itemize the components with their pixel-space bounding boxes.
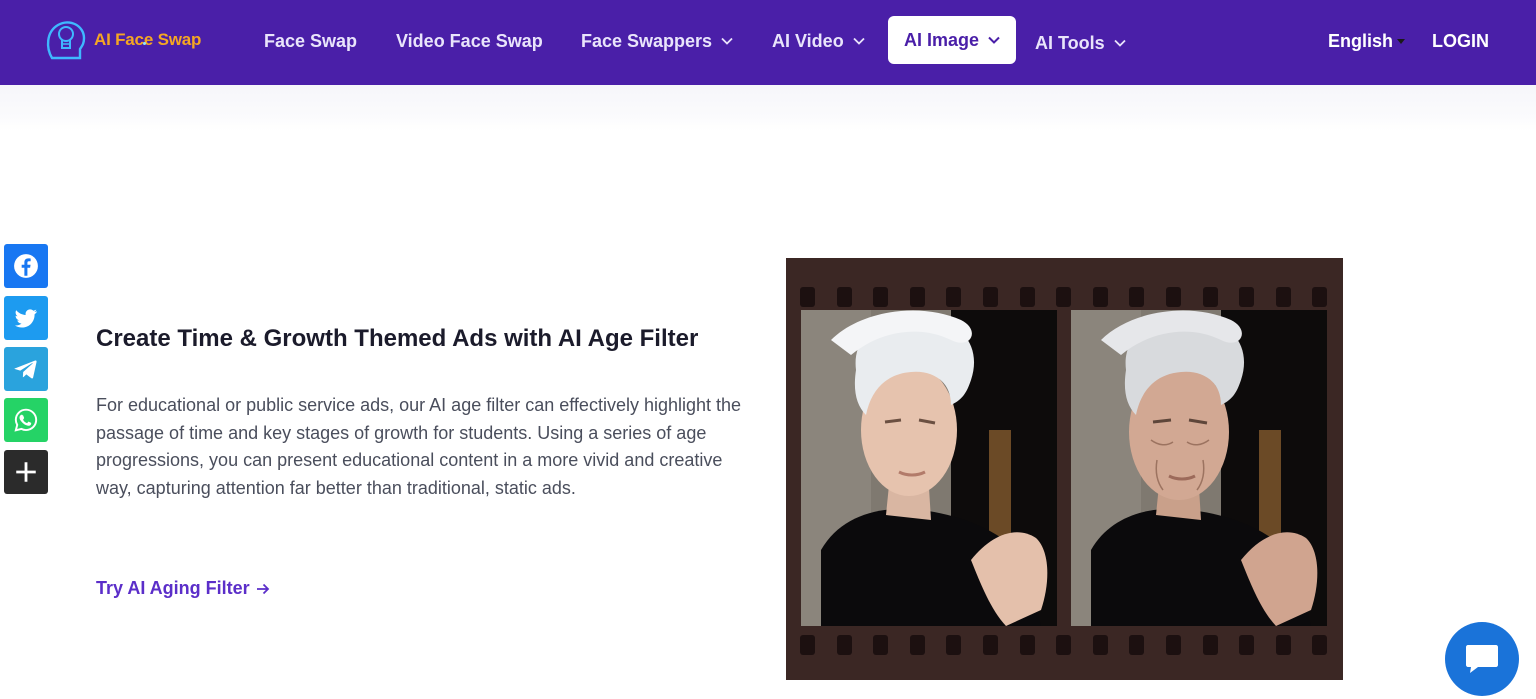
chevron-down-icon [853, 37, 865, 45]
nav-face-swappers[interactable]: Face Swappers [581, 29, 733, 53]
nav-ai-video-label: AI Video [772, 30, 844, 51]
film-perforation [1129, 287, 1145, 307]
film-perforation [836, 635, 852, 655]
chevron-down-icon [988, 36, 1000, 44]
aged-portrait-image [1071, 310, 1327, 626]
nav-face-swap-label: Face Swap [264, 30, 358, 51]
login-link[interactable]: LOGIN [1432, 29, 1489, 53]
caret-down-icon [1397, 38, 1406, 44]
chat-bubble-icon [1466, 645, 1498, 673]
film-perforation [800, 635, 815, 655]
film-perforation [909, 635, 925, 655]
nav-ai-image-label: AI Image [904, 29, 980, 50]
try-ai-aging-filter-link[interactable]: Try AI Aging Filter [96, 578, 270, 599]
share-twitter-button[interactable] [4, 296, 48, 340]
film-perforation [873, 287, 889, 307]
logo-decoration [143, 42, 146, 45]
share-more-button[interactable] [4, 450, 48, 494]
film-perforation [1202, 635, 1218, 655]
film-perforation [946, 287, 962, 307]
nav-video-face-swap[interactable]: Video Face Swap [396, 29, 543, 53]
logo-head-icon [46, 21, 86, 60]
feature-title: Create Time & Growth Themed Ads with AI … [96, 325, 699, 352]
language-label: English [1328, 30, 1394, 51]
telegram-icon [14, 360, 37, 379]
feature-description: For educational or public service ads, o… [96, 395, 742, 498]
plus-icon [16, 462, 36, 482]
nav-ai-image[interactable]: AI Image [888, 16, 1017, 64]
young-portrait-frame [801, 310, 1057, 626]
film-perforation [873, 635, 889, 655]
chevron-down-icon [721, 37, 733, 45]
language-selector[interactable]: English [1328, 29, 1406, 53]
film-perforation [1312, 287, 1328, 307]
site-logo[interactable]: AI Face Swap [42, 18, 201, 62]
nav-video-face-swap-label: Video Face Swap [396, 30, 543, 51]
film-perforation [1239, 287, 1255, 307]
film-perforation [1019, 635, 1035, 655]
top-navbar: AI Face Swap Face Swap Video Face Swap F… [0, 0, 1536, 85]
film-perforation [1019, 287, 1035, 307]
whatsapp-icon [14, 408, 38, 432]
nav-ai-video[interactable]: AI Video [772, 29, 865, 53]
logo-text: AI Face Swap [94, 30, 202, 49]
twitter-icon [14, 309, 37, 328]
cta-label: Try AI Aging Filter [96, 578, 250, 598]
film-perforation [1166, 635, 1181, 655]
film-perforation [1092, 635, 1108, 655]
film-perforation [1166, 287, 1181, 307]
share-telegram-button[interactable] [4, 347, 48, 391]
film-perforation [983, 635, 998, 655]
share-whatsapp-button[interactable] [4, 398, 48, 442]
nav-ai-tools[interactable]: AI Tools [1035, 31, 1126, 55]
film-perforation [800, 287, 815, 307]
film-perforation [1056, 287, 1072, 307]
aged-portrait-frame [1071, 310, 1327, 626]
film-perforation [1056, 635, 1072, 655]
share-facebook-button[interactable] [4, 244, 48, 288]
nav-face-swappers-label: Face Swappers [581, 30, 713, 51]
film-perforation [1275, 635, 1291, 655]
film-perforation [1092, 287, 1108, 307]
nav-face-swap[interactable]: Face Swap [264, 29, 357, 53]
nav-ai-tools-label: AI Tools [1035, 32, 1105, 53]
film-perforation [983, 287, 998, 307]
young-portrait-image [801, 310, 1057, 626]
film-perforation [1239, 635, 1255, 655]
chevron-down-icon [1114, 39, 1126, 47]
facebook-icon [14, 254, 38, 278]
chat-widget-button[interactable] [1445, 622, 1519, 696]
film-perforation [836, 287, 852, 307]
film-perforation [909, 287, 925, 307]
film-perforation [1275, 287, 1291, 307]
film-perforation [1202, 287, 1218, 307]
arrow-right-icon [256, 583, 269, 594]
film-perforation [946, 635, 962, 655]
section-divider-band [0, 85, 1536, 131]
age-filter-comparison-image [786, 258, 1343, 680]
film-perforation [1312, 635, 1328, 655]
film-perforation [1129, 635, 1145, 655]
